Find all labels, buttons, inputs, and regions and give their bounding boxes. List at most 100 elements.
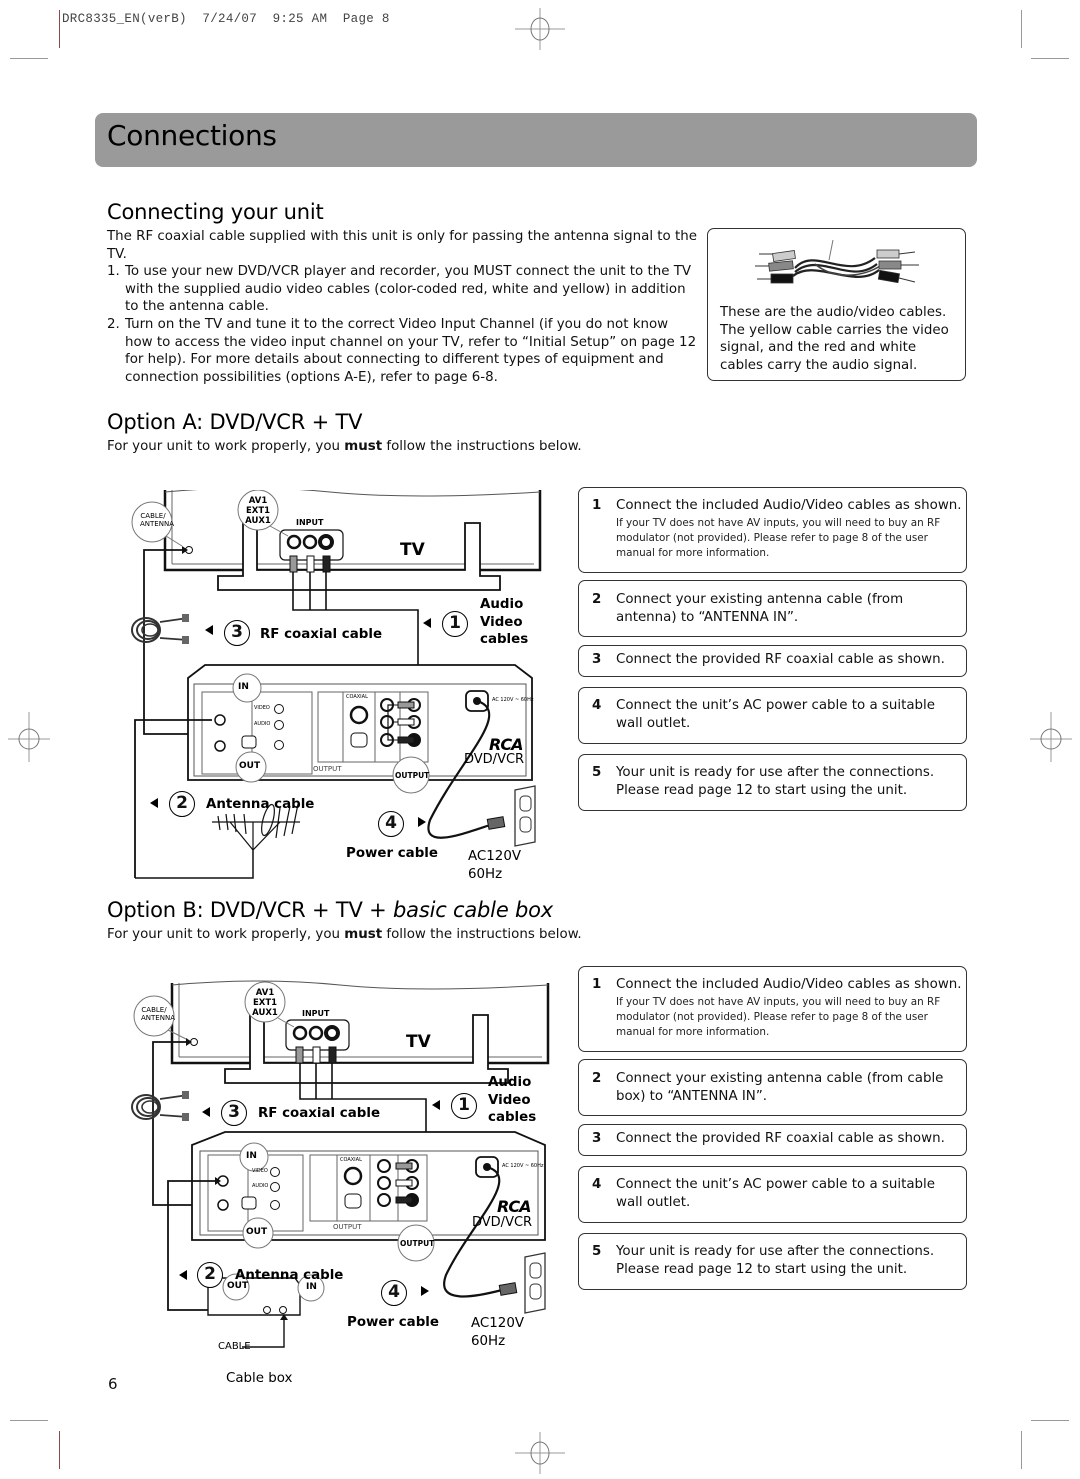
callout-line: AV1 bbox=[248, 496, 268, 506]
callout-line: ANTENNA bbox=[141, 1014, 175, 1022]
step-badge-2: 2 bbox=[169, 791, 195, 817]
step-number: 3 bbox=[592, 652, 602, 667]
panel-coaxial-label: COAXIAL bbox=[340, 1157, 362, 1163]
intro-text: The RF coaxial cable supplied with this … bbox=[107, 228, 699, 386]
pointer-arrow-icon bbox=[418, 817, 426, 827]
label-line: cables bbox=[480, 632, 529, 647]
step-text: Connect the provided RF coaxial cable as… bbox=[616, 1131, 945, 1146]
panel-coaxial-label: COAXIAL bbox=[346, 694, 368, 700]
option-a-step-4: 4 Connect the unit’s AC power cable to a… bbox=[578, 687, 967, 744]
av-cables-illustration-icon bbox=[755, 239, 919, 284]
option-b-step-1: 1 Connect the included Audio/Video cable… bbox=[578, 966, 967, 1052]
step-badge-1: 1 bbox=[451, 1093, 477, 1119]
step-number: 1 bbox=[592, 498, 602, 513]
step-number: 2 bbox=[592, 1071, 602, 1086]
tv-label: TV bbox=[406, 1032, 431, 1052]
option-b-step-4: 4 Connect the unit’s AC power cable to a… bbox=[578, 1166, 967, 1223]
instruction-text: For your unit to work properly, you bbox=[107, 439, 345, 454]
registration-mark-icon bbox=[8, 712, 50, 762]
instruction-emphasis: must bbox=[344, 927, 383, 942]
crop-mark bbox=[1021, 1431, 1022, 1469]
option-b-instruction: For your unit to work properly, you must… bbox=[107, 927, 582, 942]
callout-line: EXT1 bbox=[245, 506, 271, 516]
label-line: Video bbox=[480, 614, 523, 630]
spec-line: AC120V bbox=[471, 1316, 524, 1331]
step-text: Connect the provided RF coaxial cable as… bbox=[616, 652, 945, 667]
ac-spec-label: AC 120V ~ 60Hz bbox=[492, 697, 534, 703]
crop-mark bbox=[59, 10, 60, 48]
page-title: Connections bbox=[107, 119, 277, 152]
callout-line: EXT1 bbox=[252, 998, 278, 1008]
registration-mark-icon bbox=[1030, 712, 1072, 762]
step-number: 3 bbox=[592, 1131, 602, 1146]
step-note: If your TV does not have AV inputs, you … bbox=[616, 517, 941, 559]
step-text: Connect the included Audio/Video cables … bbox=[616, 977, 962, 992]
section-heading-option-b: Option B: DVD/VCR + TV + basic cable box bbox=[107, 898, 553, 922]
callout-line: ANTENNA bbox=[140, 520, 174, 528]
coaxial-jack bbox=[349, 705, 369, 725]
step-number: 5 bbox=[592, 1244, 602, 1259]
option-b-step-2: 2 Connect your existing antenna cable (f… bbox=[578, 1059, 967, 1116]
instruction-text: follow the instructions below. bbox=[382, 439, 582, 454]
cable-box-label: Cable box bbox=[226, 1371, 293, 1386]
option-a-step-1: 1 Connect the included Audio/Video cable… bbox=[578, 487, 967, 573]
instruction-text: For your unit to work properly, you bbox=[107, 927, 345, 942]
step-number: 4 bbox=[592, 698, 602, 713]
option-b-step-3: 3 Connect the provided RF coaxial cable … bbox=[578, 1124, 967, 1156]
option-b-diagram: CABLE/ANTENNA AV1 EXT1 AUX1 INPUT TV 3 RF … bbox=[130, 975, 570, 1395]
step-badge-4: 4 bbox=[378, 811, 404, 837]
tv-input-label: INPUT bbox=[302, 1009, 330, 1018]
page-number: 6 bbox=[108, 1375, 118, 1393]
crop-mark bbox=[1021, 10, 1022, 48]
instruction-text: follow the instructions below. bbox=[382, 927, 582, 942]
option-a-wiring-svg bbox=[131, 490, 542, 879]
step-number: 1 bbox=[592, 977, 602, 992]
step-text: Connect your existing antenna cable (fro… bbox=[616, 592, 904, 625]
unit-model-label: DVD/VCR bbox=[472, 1215, 533, 1230]
cable-box-in-label: IN bbox=[306, 1282, 317, 1292]
option-a-step-3: 3 Connect the provided RF coaxial cable … bbox=[578, 645, 967, 677]
tv-audio-r-jack bbox=[318, 534, 334, 550]
print-slug: DRC8335_EN(verB) 7/24/07 9:25 AM Page 8 bbox=[62, 12, 390, 26]
step-badge-3: 3 bbox=[224, 620, 250, 646]
unit-model-label: DVD/VCR bbox=[464, 752, 525, 767]
crop-mark bbox=[1031, 1420, 1069, 1421]
step-text: Connect the unit’s AC power cable to a s… bbox=[616, 698, 936, 731]
tv-body bbox=[163, 490, 542, 572]
step-badge-2: 2 bbox=[197, 1262, 223, 1288]
step-badge-3: 3 bbox=[221, 1100, 247, 1126]
step-text: Connect your existing antenna cable (fro… bbox=[616, 1071, 944, 1104]
intro-list-item: 1. To use your new DVD/VCR player and rec… bbox=[107, 263, 699, 316]
panel-output-label: OUTPUT bbox=[313, 765, 342, 773]
cable-box-in-jack bbox=[279, 1306, 287, 1314]
step-badge-1: 1 bbox=[442, 611, 468, 637]
section-heading-connecting: Connecting your unit bbox=[107, 200, 324, 224]
label-line: Audio bbox=[480, 597, 524, 612]
antenna-out-jack bbox=[217, 1199, 229, 1211]
rf-coax-label: RF coaxial cable bbox=[258, 1106, 381, 1121]
step-text: Your unit is ready for use after the con… bbox=[616, 765, 935, 798]
tv-antenna-callout-label: CABLE/ANTENNA bbox=[141, 1006, 175, 1022]
label-line: Audio bbox=[488, 1075, 532, 1090]
list-number: 2. bbox=[107, 316, 120, 332]
out-callout-label: OUT bbox=[246, 1227, 268, 1237]
registration-mark-icon bbox=[515, 1432, 565, 1474]
heading-text: Option B: DVD/VCR + TV + bbox=[107, 898, 394, 922]
pointer-arrow-icon bbox=[150, 798, 158, 808]
pointer-arrow-icon bbox=[432, 1100, 440, 1110]
rca-logo: RCA bbox=[497, 1197, 531, 1216]
wall-outlet-icon bbox=[514, 785, 536, 847]
tv-video-jack bbox=[286, 534, 302, 550]
cable-input-label: CABLE bbox=[218, 1341, 251, 1352]
registration-mark-icon bbox=[515, 8, 565, 50]
power-cable-label: Power cable bbox=[347, 1315, 439, 1330]
callout-line: AUX1 bbox=[252, 1008, 278, 1018]
pointer-arrow-icon bbox=[202, 1107, 210, 1117]
callout-line: CABLE/ bbox=[140, 512, 166, 520]
step-text: Connect the unit’s AC power cable to a s… bbox=[616, 1177, 936, 1210]
panel-audio-label: AUDIO bbox=[252, 1183, 269, 1189]
output-callout-label: OUTPUT bbox=[400, 1239, 435, 1248]
intro-list: 1. To use your new DVD/VCR player and rec… bbox=[107, 263, 699, 386]
instruction-emphasis: must bbox=[344, 439, 383, 454]
av-cables-label: Audio Video cables bbox=[488, 1074, 536, 1127]
